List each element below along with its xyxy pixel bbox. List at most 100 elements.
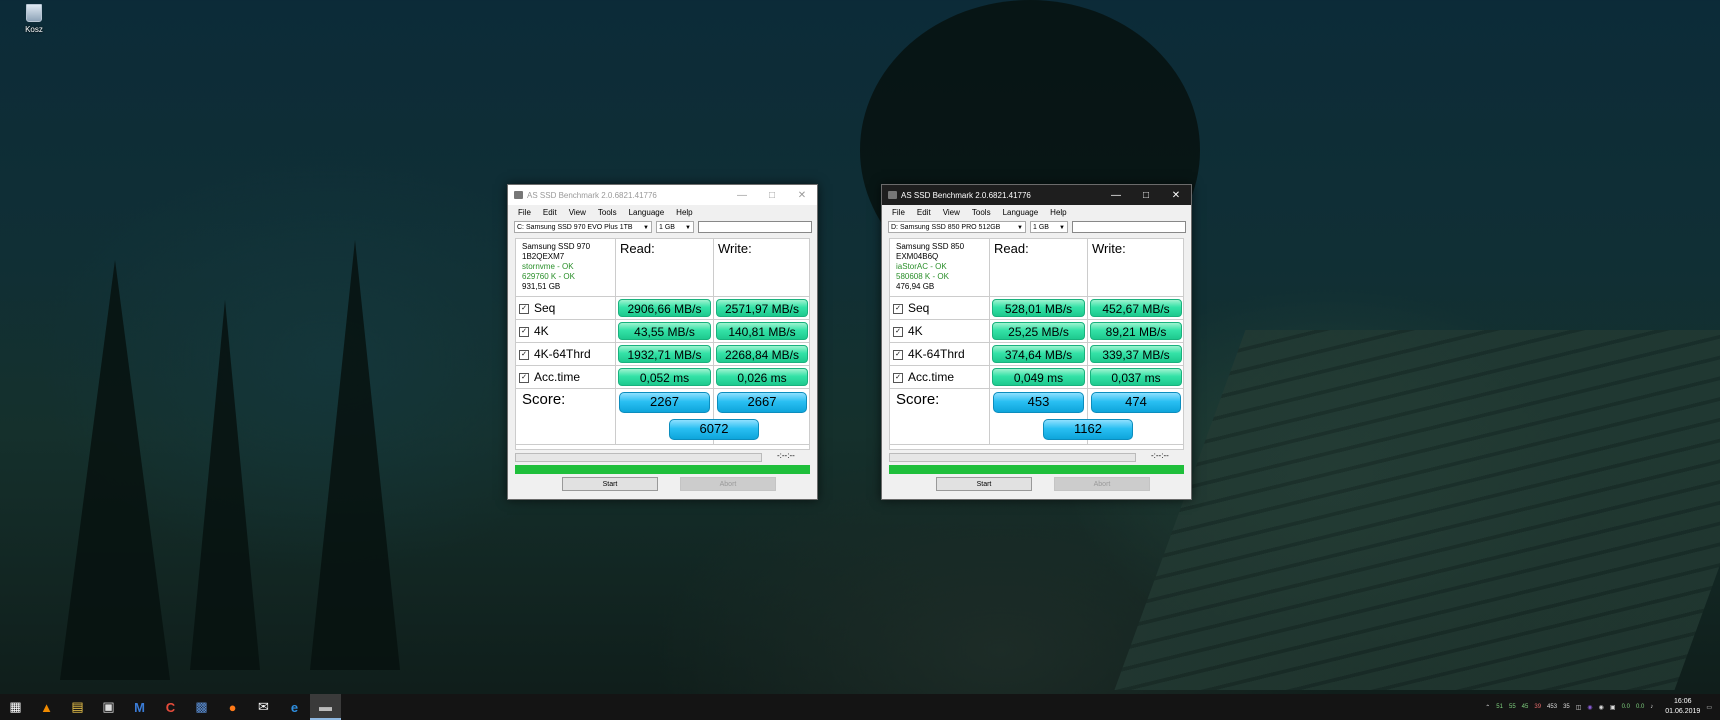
mail-icon[interactable]: ✉: [248, 694, 279, 720]
menu-file[interactable]: File: [512, 208, 537, 217]
vlc-icon[interactable]: ▲: [31, 694, 62, 720]
drive-select-value: D: Samsung SSD 850 PRO 512GB: [891, 224, 1001, 231]
network-icon[interactable]: ◫: [1576, 704, 1582, 711]
row-4k-64thrd[interactable]: ✓ 4K-64Thrd: [890, 343, 990, 366]
row-seq[interactable]: ✓ Seq: [890, 297, 990, 320]
chevron-down-icon: ▼: [1017, 225, 1023, 231]
monitor-icon[interactable]: ▣: [1610, 704, 1616, 711]
close-icon[interactable]: ✕: [787, 190, 817, 201]
title-bar[interactable]: AS SSD Benchmark 2.0.6821.41776 — □ ✕: [882, 185, 1191, 205]
drive-select[interactable]: D: Samsung SSD 850 PRO 512GB ▼: [888, 221, 1026, 233]
minimize-icon[interactable]: —: [1101, 190, 1131, 201]
comment-input[interactable]: [1072, 221, 1186, 233]
size-select-value: 1 GB: [659, 224, 675, 231]
menu-file[interactable]: File: [886, 208, 911, 217]
tray-value: 35: [1563, 704, 1570, 710]
score-total-value: 1162: [1043, 419, 1133, 440]
menu-view[interactable]: View: [937, 208, 966, 217]
checkbox-checked-icon[interactable]: ✓: [893, 372, 903, 383]
abort-button[interactable]: Abort: [680, 477, 776, 491]
row-label: 4K: [534, 324, 549, 338]
start-button[interactable]: Start: [562, 477, 658, 491]
chevron-down-icon: ▼: [685, 225, 691, 231]
score-total-value: 6072: [669, 419, 759, 440]
firefox-icon[interactable]: ●: [217, 694, 248, 720]
4k-read-cell: 25,25 MB/s: [990, 320, 1088, 343]
seq-read-value: 2906,66 MB/s: [618, 299, 711, 317]
menu-help[interactable]: Help: [1044, 208, 1072, 217]
checkbox-checked-icon[interactable]: ✓: [893, 349, 903, 360]
checkbox-checked-icon[interactable]: ✓: [519, 372, 529, 383]
results-grid: Samsung SSD 850 EXM04B6Q iaStorAC - OK 5…: [889, 238, 1184, 450]
app-icon: [888, 191, 897, 199]
save-icon[interactable]: ▩: [186, 694, 217, 720]
steam-icon[interactable]: ◉: [1599, 704, 1604, 711]
write-header: Write:: [1088, 239, 1184, 297]
menu-edit[interactable]: Edit: [537, 208, 563, 217]
tray-value: 51: [1496, 704, 1503, 710]
menu-view[interactable]: View: [563, 208, 592, 217]
chevron-up-icon[interactable]: ⌃: [1485, 704, 1490, 711]
file-explorer-icon[interactable]: ▤: [62, 694, 93, 720]
recycle-bin-desktop-icon[interactable]: Kosz: [20, 4, 48, 34]
minimize-icon[interactable]: —: [727, 190, 757, 201]
edge-icon[interactable]: e: [279, 694, 310, 720]
row-seq[interactable]: ✓ Seq: [516, 297, 616, 320]
abort-button[interactable]: Abort: [1054, 477, 1150, 491]
volume-icon[interactable]: ♪: [1650, 704, 1653, 710]
seq-read-cell: 2906,66 MB/s: [616, 297, 714, 320]
acc-read-value: 0,049 ms: [992, 368, 1085, 386]
score-write-value: 474: [1091, 392, 1181, 413]
elapsed-time: -:--:--: [1151, 451, 1169, 460]
notification-icon[interactable]: ▭: [1706, 704, 1712, 711]
maximize-icon[interactable]: □: [757, 190, 787, 201]
comment-input[interactable]: [698, 221, 812, 233]
malwarebytes-icon[interactable]: M: [124, 694, 155, 720]
menu-language[interactable]: Language: [623, 208, 671, 217]
acc-read-value: 0,052 ms: [618, 368, 711, 386]
as-ssd-taskbar-icon[interactable]: ▬: [310, 694, 341, 720]
drive-select-value: C: Samsung SSD 970 EVO Plus 1TB: [517, 224, 633, 231]
ccleaner-icon[interactable]: C: [155, 694, 186, 720]
acc-write-value: 0,026 ms: [716, 368, 808, 386]
checkbox-checked-icon[interactable]: ✓: [893, 303, 903, 314]
checkbox-checked-icon[interactable]: ✓: [519, 326, 529, 337]
row-4k-64thrd[interactable]: ✓ 4K-64Thrd: [516, 343, 616, 366]
title-bar[interactable]: AS SSD Benchmark 2.0.6821.41776 — □ ✕: [508, 185, 817, 205]
size-select[interactable]: 1 GB ▼: [656, 221, 694, 233]
progress-bar: [515, 453, 762, 462]
checkbox-checked-icon[interactable]: ✓: [519, 349, 529, 360]
clapper-icon[interactable]: ▣: [93, 694, 124, 720]
maximize-icon[interactable]: □: [1131, 190, 1161, 201]
close-icon[interactable]: ✕: [1161, 190, 1191, 201]
4k-read-value: 25,25 MB/s: [992, 322, 1085, 340]
4k64-read-value: 374,64 MB/s: [992, 345, 1085, 363]
windows-start-icon[interactable]: ▦: [0, 694, 31, 720]
drive-info: Samsung SSD 970 1B2QEXM7 stornvme - OK 6…: [516, 239, 616, 297]
row-4k[interactable]: ✓ 4K: [516, 320, 616, 343]
shield-icon[interactable]: ◉: [1587, 704, 1592, 711]
clock[interactable]: 16:06 01.06.2019: [1665, 697, 1700, 717]
drive-alignment-status: 629760 K - OK: [522, 272, 575, 281]
menu-language[interactable]: Language: [997, 208, 1045, 217]
score-write-value: 2667: [717, 392, 807, 413]
size-select[interactable]: 1 GB ▼: [1030, 221, 1068, 233]
background-tree: [190, 300, 260, 670]
menu-tools[interactable]: Tools: [966, 208, 997, 217]
4k64-read-cell: 374,64 MB/s: [990, 343, 1088, 366]
4k64-write-cell: 339,37 MB/s: [1088, 343, 1184, 366]
menu-edit[interactable]: Edit: [911, 208, 937, 217]
checkbox-checked-icon[interactable]: ✓: [893, 326, 903, 337]
row-4k[interactable]: ✓ 4K: [890, 320, 990, 343]
drive-select[interactable]: C: Samsung SSD 970 EVO Plus 1TB ▼: [514, 221, 652, 233]
menu-tools[interactable]: Tools: [592, 208, 623, 217]
menu-bar: File Edit View Tools Language Help: [882, 205, 1191, 219]
row-acc-time[interactable]: ✓ Acc.time: [516, 366, 616, 389]
checkbox-checked-icon[interactable]: ✓: [519, 303, 529, 314]
read-header: Read:: [616, 239, 714, 297]
score-label: Score:: [890, 389, 990, 445]
drive-driver-status: iaStorAC - OK: [896, 262, 947, 271]
start-button[interactable]: Start: [936, 477, 1032, 491]
menu-help[interactable]: Help: [670, 208, 698, 217]
row-acc-time[interactable]: ✓ Acc.time: [890, 366, 990, 389]
